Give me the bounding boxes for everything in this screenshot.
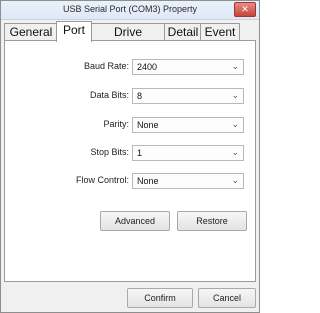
window-title: USB Serial Port (COM3) Property	[62, 4, 198, 14]
parity-select[interactable]: None ⌄	[132, 117, 244, 133]
tab-general[interactable]: General	[4, 23, 58, 41]
stop-bits-value: 1	[137, 148, 143, 158]
parity-value: None	[137, 120, 159, 130]
parity-label: Parity:	[103, 119, 129, 129]
confirm-button[interactable]: Confirm	[127, 288, 193, 308]
setting-row-parity: Parity: None ⌄	[5, 117, 255, 133]
tab-detail[interactable]: Detail	[164, 23, 202, 41]
stop-bits-select[interactable]: 1 ⌄	[132, 145, 244, 161]
flow-control-label: Flow Control:	[75, 175, 129, 185]
tab-strip: General Port Drive Program Detail Event	[4, 21, 256, 56]
tab-port[interactable]: Port	[56, 21, 92, 42]
stop-bits-label: Stop Bits:	[90, 147, 129, 157]
data-bits-value: 8	[137, 91, 143, 101]
chevron-down-icon: ⌄	[231, 61, 239, 71]
cancel-button[interactable]: Cancel	[198, 288, 256, 308]
restore-button[interactable]: Restore	[177, 211, 247, 231]
chevron-down-icon: ⌄	[231, 90, 239, 100]
title-bar: USB Serial Port (COM3) Property ✕	[1, 1, 259, 20]
baud-rate-select[interactable]: 2400 ⌄	[132, 59, 244, 75]
setting-row-stop-bits: Stop Bits: 1 ⌄	[5, 145, 255, 161]
data-bits-label: Data Bits:	[89, 90, 129, 100]
tab-drive-program[interactable]: Drive Program	[90, 23, 166, 56]
port-settings-panel: Baud Rate: 2400 ⌄ Data Bits: 8 ⌄ Parity:…	[4, 40, 256, 282]
setting-row-baud-rate: Baud Rate: 2400 ⌄	[5, 59, 255, 75]
setting-row-data-bits: Data Bits: 8 ⌄	[5, 88, 255, 104]
chevron-down-icon: ⌄	[231, 147, 239, 157]
close-button[interactable]: ✕	[234, 2, 256, 17]
flow-control-value: None	[137, 176, 159, 186]
baud-rate-label: Baud Rate:	[83, 61, 129, 71]
baud-rate-value: 2400	[137, 62, 158, 72]
advanced-button[interactable]: Advanced	[100, 211, 170, 231]
chevron-down-icon: ⌄	[231, 119, 239, 129]
data-bits-select[interactable]: 8 ⌄	[132, 88, 244, 104]
tab-event[interactable]: Event	[200, 23, 240, 41]
property-dialog: USB Serial Port (COM3) Property ✕ Genera…	[0, 0, 260, 313]
setting-row-flow-control: Flow Control: None ⌄	[5, 173, 255, 189]
flow-control-select[interactable]: None ⌄	[132, 173, 244, 189]
chevron-down-icon: ⌄	[231, 175, 239, 185]
close-icon: ✕	[241, 4, 249, 14]
